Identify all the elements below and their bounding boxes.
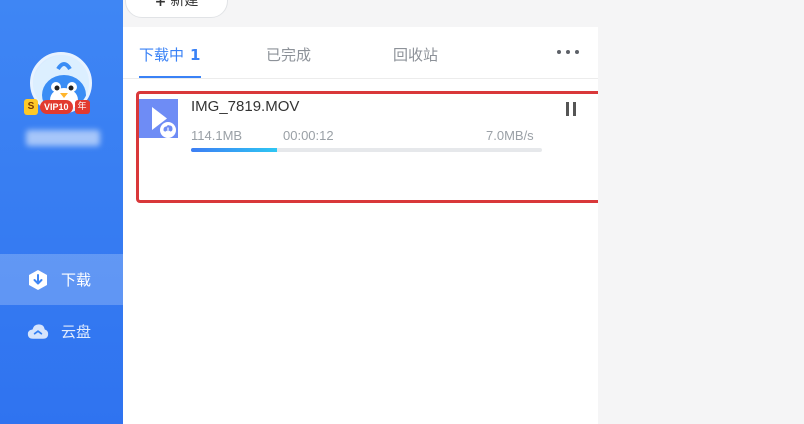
tab-count: 1 <box>190 46 201 64</box>
sidebar-item-label: 下载 <box>61 271 92 289</box>
tab-label: 回收站 <box>393 46 439 64</box>
sidebar-item-label: 云盘 <box>61 323 92 341</box>
video-file-icon <box>139 99 178 138</box>
new-button-label: 新建 <box>170 0 199 9</box>
username-redacted <box>26 130 100 146</box>
plus-icon: + <box>154 0 167 10</box>
sidebar-item-download[interactable]: 下载 <box>0 254 123 305</box>
vip-level-icon: S <box>24 99 38 115</box>
new-button[interactable]: + 新建 <box>125 0 228 18</box>
progress-fill <box>191 148 277 152</box>
progress-bar <box>191 148 542 152</box>
tab-bar: 下载中 1 已完成 回收站 <box>123 27 598 79</box>
vip-year: 年 <box>74 100 90 114</box>
tab-completed[interactable]: 已完成 <box>266 44 311 65</box>
download-speed: 7.0MB/s <box>486 128 534 143</box>
tab-label: 已完成 <box>266 46 312 64</box>
download-task-item[interactable]: IMG_7819.MOV 114.1MB 00:00:12 7.0MB/s <box>136 91 603 203</box>
detail-panel <box>598 27 804 424</box>
cloud-icon <box>27 321 49 343</box>
sidebar-item-cloud[interactable]: 云盘 <box>0 306 123 357</box>
elapsed-time: 00:00:12 <box>283 128 334 143</box>
pause-icon[interactable] <box>563 100 579 118</box>
more-options-icon[interactable] <box>557 45 579 59</box>
avatar-area[interactable]: S VIP10 年 <box>24 52 92 115</box>
tab-downloading[interactable]: 下载中 1 <box>139 44 200 65</box>
file-name: IMG_7819.MOV <box>191 98 300 115</box>
download-panel: 下载中 1 已完成 回收站 IMG_7819.MOV 114.1MB 00:00:… <box>123 27 603 424</box>
file-size: 114.1MB <box>191 128 243 143</box>
vip-label: VIP10 <box>40 100 73 114</box>
sidebar: S VIP10 年 下载 云盘 <box>0 0 123 424</box>
active-tab-indicator <box>139 76 201 78</box>
tab-recycle-bin[interactable]: 回收站 <box>393 44 438 65</box>
vip-badge: S VIP10 年 <box>24 98 100 116</box>
tab-label: 下载中 <box>139 46 185 64</box>
download-icon <box>27 269 49 291</box>
